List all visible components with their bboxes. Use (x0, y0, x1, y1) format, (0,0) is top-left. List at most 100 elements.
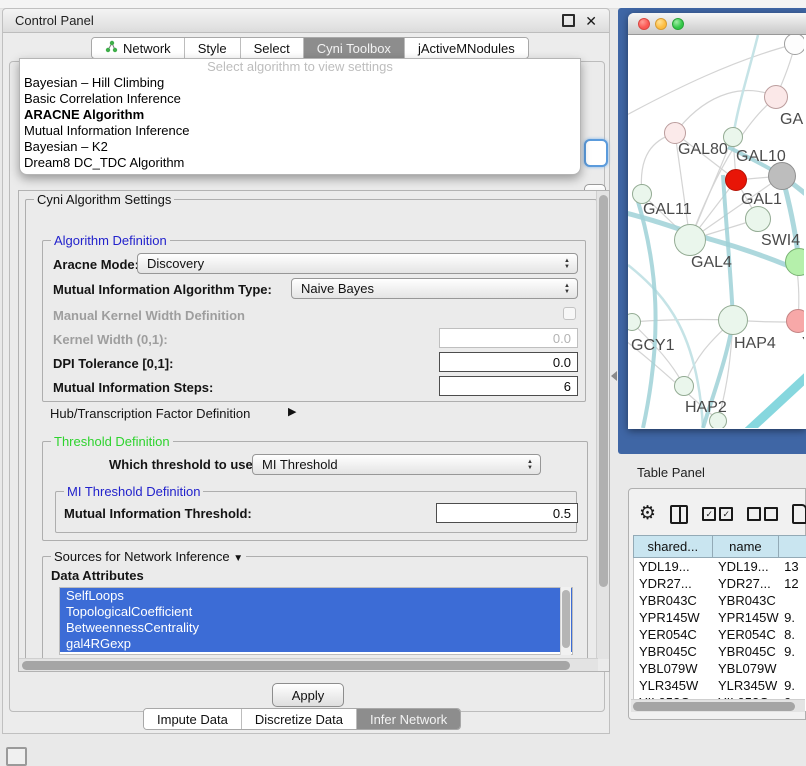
attribute-item-topologicalcoefficient[interactable]: TopologicalCoefficient (60, 604, 572, 620)
column-header-0[interactable]: shared... (633, 535, 713, 558)
unchecked-pair-icon[interactable] (747, 507, 778, 521)
node-gcy1-label: GCY1 (631, 337, 675, 355)
attribute-item-betweennesscentrality[interactable]: BetweennessCentrality (60, 620, 572, 636)
algorithm-option-aracne-algorithm[interactable]: ARACNE Algorithm (20, 107, 580, 123)
mi-threshold-input[interactable]: 0.5 (436, 503, 578, 523)
table-row[interactable]: YLR345WYLR345W9. (634, 677, 806, 694)
tab-cyni-toolbox[interactable]: Cyni Toolbox (304, 38, 405, 58)
which-threshold-combobox[interactable]: MI Threshold ▲▼ (252, 454, 541, 475)
float-panel-icon[interactable] (562, 14, 575, 27)
table-body: YDL19...YDL19...13YDR27...YDR27...12YBR0… (633, 558, 806, 711)
node-gray[interactable] (768, 162, 796, 190)
attributes-list-scrollbar[interactable] (560, 587, 571, 655)
file-icon[interactable] (792, 504, 806, 524)
data-attributes-list[interactable]: SelfLoopsTopologicalCoefficientBetweenne… (59, 587, 573, 655)
mi-type-label: Mutual Information Algorithm Type: (53, 282, 272, 297)
tab-style[interactable]: Style (185, 38, 241, 58)
tab-jactivemnodules[interactable]: jActiveMNodules (405, 38, 528, 58)
node-hap4-label: HAP4 (734, 335, 776, 353)
node-gal4[interactable] (674, 224, 706, 256)
mi-threshold-definition-group: MI Threshold Definition Mutual Informati… (55, 491, 577, 533)
node-gal10[interactable] (723, 127, 743, 147)
apply-button[interactable]: Apply (272, 683, 344, 707)
control-panel-titlebar: Control Panel ✕ (3, 9, 609, 33)
table-row[interactable]: YBR045CYBR045C9. (634, 643, 806, 660)
window-minimize-icon[interactable] (655, 18, 667, 30)
data-attributes-label: Data Attributes (51, 568, 144, 583)
column-header-2[interactable] (779, 535, 806, 558)
table-panel-title: Table Panel (637, 465, 705, 480)
attribute-item-gal4rgexp[interactable]: gal4RGexp (60, 636, 572, 652)
tab-impute-data[interactable]: Impute Data (144, 709, 242, 729)
table-row[interactable]: YPR145WYPR145W9. (634, 609, 806, 626)
sources-group: Sources for Network Inference ▼ Data Att… (42, 556, 588, 668)
kernel-width-input[interactable]: 0.0 (439, 328, 578, 348)
algorithm-definition-legend: Algorithm Definition (51, 233, 170, 248)
network-canvas[interactable]: GALGAL80GAL10GAL1GAL11GAL4SWI4GCY1HAP4YH… (628, 35, 804, 428)
window-close-icon[interactable] (638, 18, 650, 30)
node-unlabeled-bottom[interactable] (709, 412, 727, 428)
settings-vertical-scrollbar[interactable] (596, 191, 609, 659)
algorithm-option-bayesian-k2[interactable]: Bayesian – K2 (20, 139, 580, 155)
aracne-mode-combobox[interactable]: Discovery ▲▼ (137, 253, 578, 274)
threshold-definition-legend: Threshold Definition (51, 434, 173, 449)
node-hap4[interactable] (718, 305, 748, 335)
tab-label: Style (198, 41, 227, 56)
table-row[interactable]: YBR043CYBR043C (634, 592, 806, 609)
table-cell: YBR043C (713, 593, 779, 608)
algorithm-combobox-partial[interactable] (584, 139, 608, 167)
hub-expander-icon[interactable]: ▶ (288, 405, 296, 418)
tab-infer-network[interactable]: Infer Network (357, 709, 460, 729)
dpi-tolerance-input[interactable]: 0.0 (439, 352, 578, 372)
sources-collapse-icon[interactable]: ▼ (233, 553, 243, 564)
tab-label: Network (123, 41, 171, 56)
node-gal[interactable] (764, 85, 788, 109)
node-pink-y-label: Y (802, 335, 804, 353)
node-gal1[interactable] (745, 206, 771, 232)
algorithm-option-basic-correlation-inference[interactable]: Basic Correlation Inference (20, 91, 580, 107)
table-row[interactable]: YDL19...YDL19...13 (634, 558, 806, 575)
close-panel-icon[interactable]: ✕ (585, 14, 597, 28)
mi-threshold-label: Mutual Information Threshold: (64, 506, 252, 521)
node-pink-y[interactable] (786, 309, 804, 333)
columns-icon[interactable] (670, 505, 688, 524)
tab-network[interactable]: Network (92, 38, 185, 58)
node-gal4-label: GAL4 (691, 254, 732, 272)
node-hap2[interactable] (674, 376, 694, 396)
which-threshold-label: Which threshold to use: (109, 457, 257, 472)
node-gal1-label: GAL1 (741, 191, 782, 209)
table-panel: ⚙ ✓✓ shared...name YDL19...YDL19...13YDR… (628, 488, 806, 720)
algorithm-option-mutual-information-inference[interactable]: Mutual Information Inference (20, 123, 580, 139)
mi-threshold-definition-legend: MI Threshold Definition (64, 484, 203, 499)
settings-horizontal-scrollbar[interactable] (19, 658, 598, 671)
tab-discretize-data[interactable]: Discretize Data (242, 709, 357, 729)
minimized-panel-icon[interactable] (6, 747, 27, 766)
table-cell: YBR045C (634, 644, 713, 659)
table-row[interactable]: YER054CYER054C8. (634, 626, 806, 643)
tab-label: Discretize Data (255, 712, 343, 727)
control-panel-title: Control Panel (15, 13, 94, 28)
table-horizontal-scrollbar[interactable] (631, 699, 805, 712)
algorithm-option-bayesian-hill-climbing[interactable]: Bayesian – Hill Climbing (20, 75, 580, 91)
manual-kernel-checkbox[interactable] (563, 307, 576, 320)
checked-pair-icon[interactable]: ✓✓ (702, 507, 733, 521)
table-row[interactable]: YBL079WYBL079W (634, 660, 806, 677)
mi-type-combobox[interactable]: Naive Bayes ▲▼ (291, 278, 578, 299)
node-selected-red[interactable] (725, 169, 747, 191)
window-zoom-icon[interactable] (672, 18, 684, 30)
algorithm-option-dream8-dc-tdc-algorithm[interactable]: Dream8 DC_TDC Algorithm (20, 155, 580, 171)
column-header-1[interactable]: name (713, 535, 780, 558)
mi-steps-input[interactable]: 6 (439, 376, 578, 396)
table-toolbar: ⚙ ✓✓ (639, 501, 806, 527)
panel-divider-handle[interactable] (611, 371, 617, 381)
cyni-algorithm-settings-group: Cyni Algorithm Settings Algorithm Defini… (25, 199, 597, 669)
tab-select[interactable]: Select (241, 38, 304, 58)
node-unlabeled-top[interactable] (784, 35, 804, 55)
network-window-titlebar[interactable] (628, 13, 806, 35)
attribute-item-selfloops[interactable]: SelfLoops (60, 588, 572, 604)
dpi-tolerance-label: DPI Tolerance [0,1]: (53, 356, 173, 371)
settings-scrollpane: Cyni Algorithm Settings Algorithm Defini… (18, 190, 610, 672)
table-row[interactable]: YDR27...YDR27...12 (634, 575, 806, 592)
sources-title: Sources for Network Inference (54, 549, 230, 564)
gear-icon[interactable]: ⚙ (639, 504, 656, 524)
